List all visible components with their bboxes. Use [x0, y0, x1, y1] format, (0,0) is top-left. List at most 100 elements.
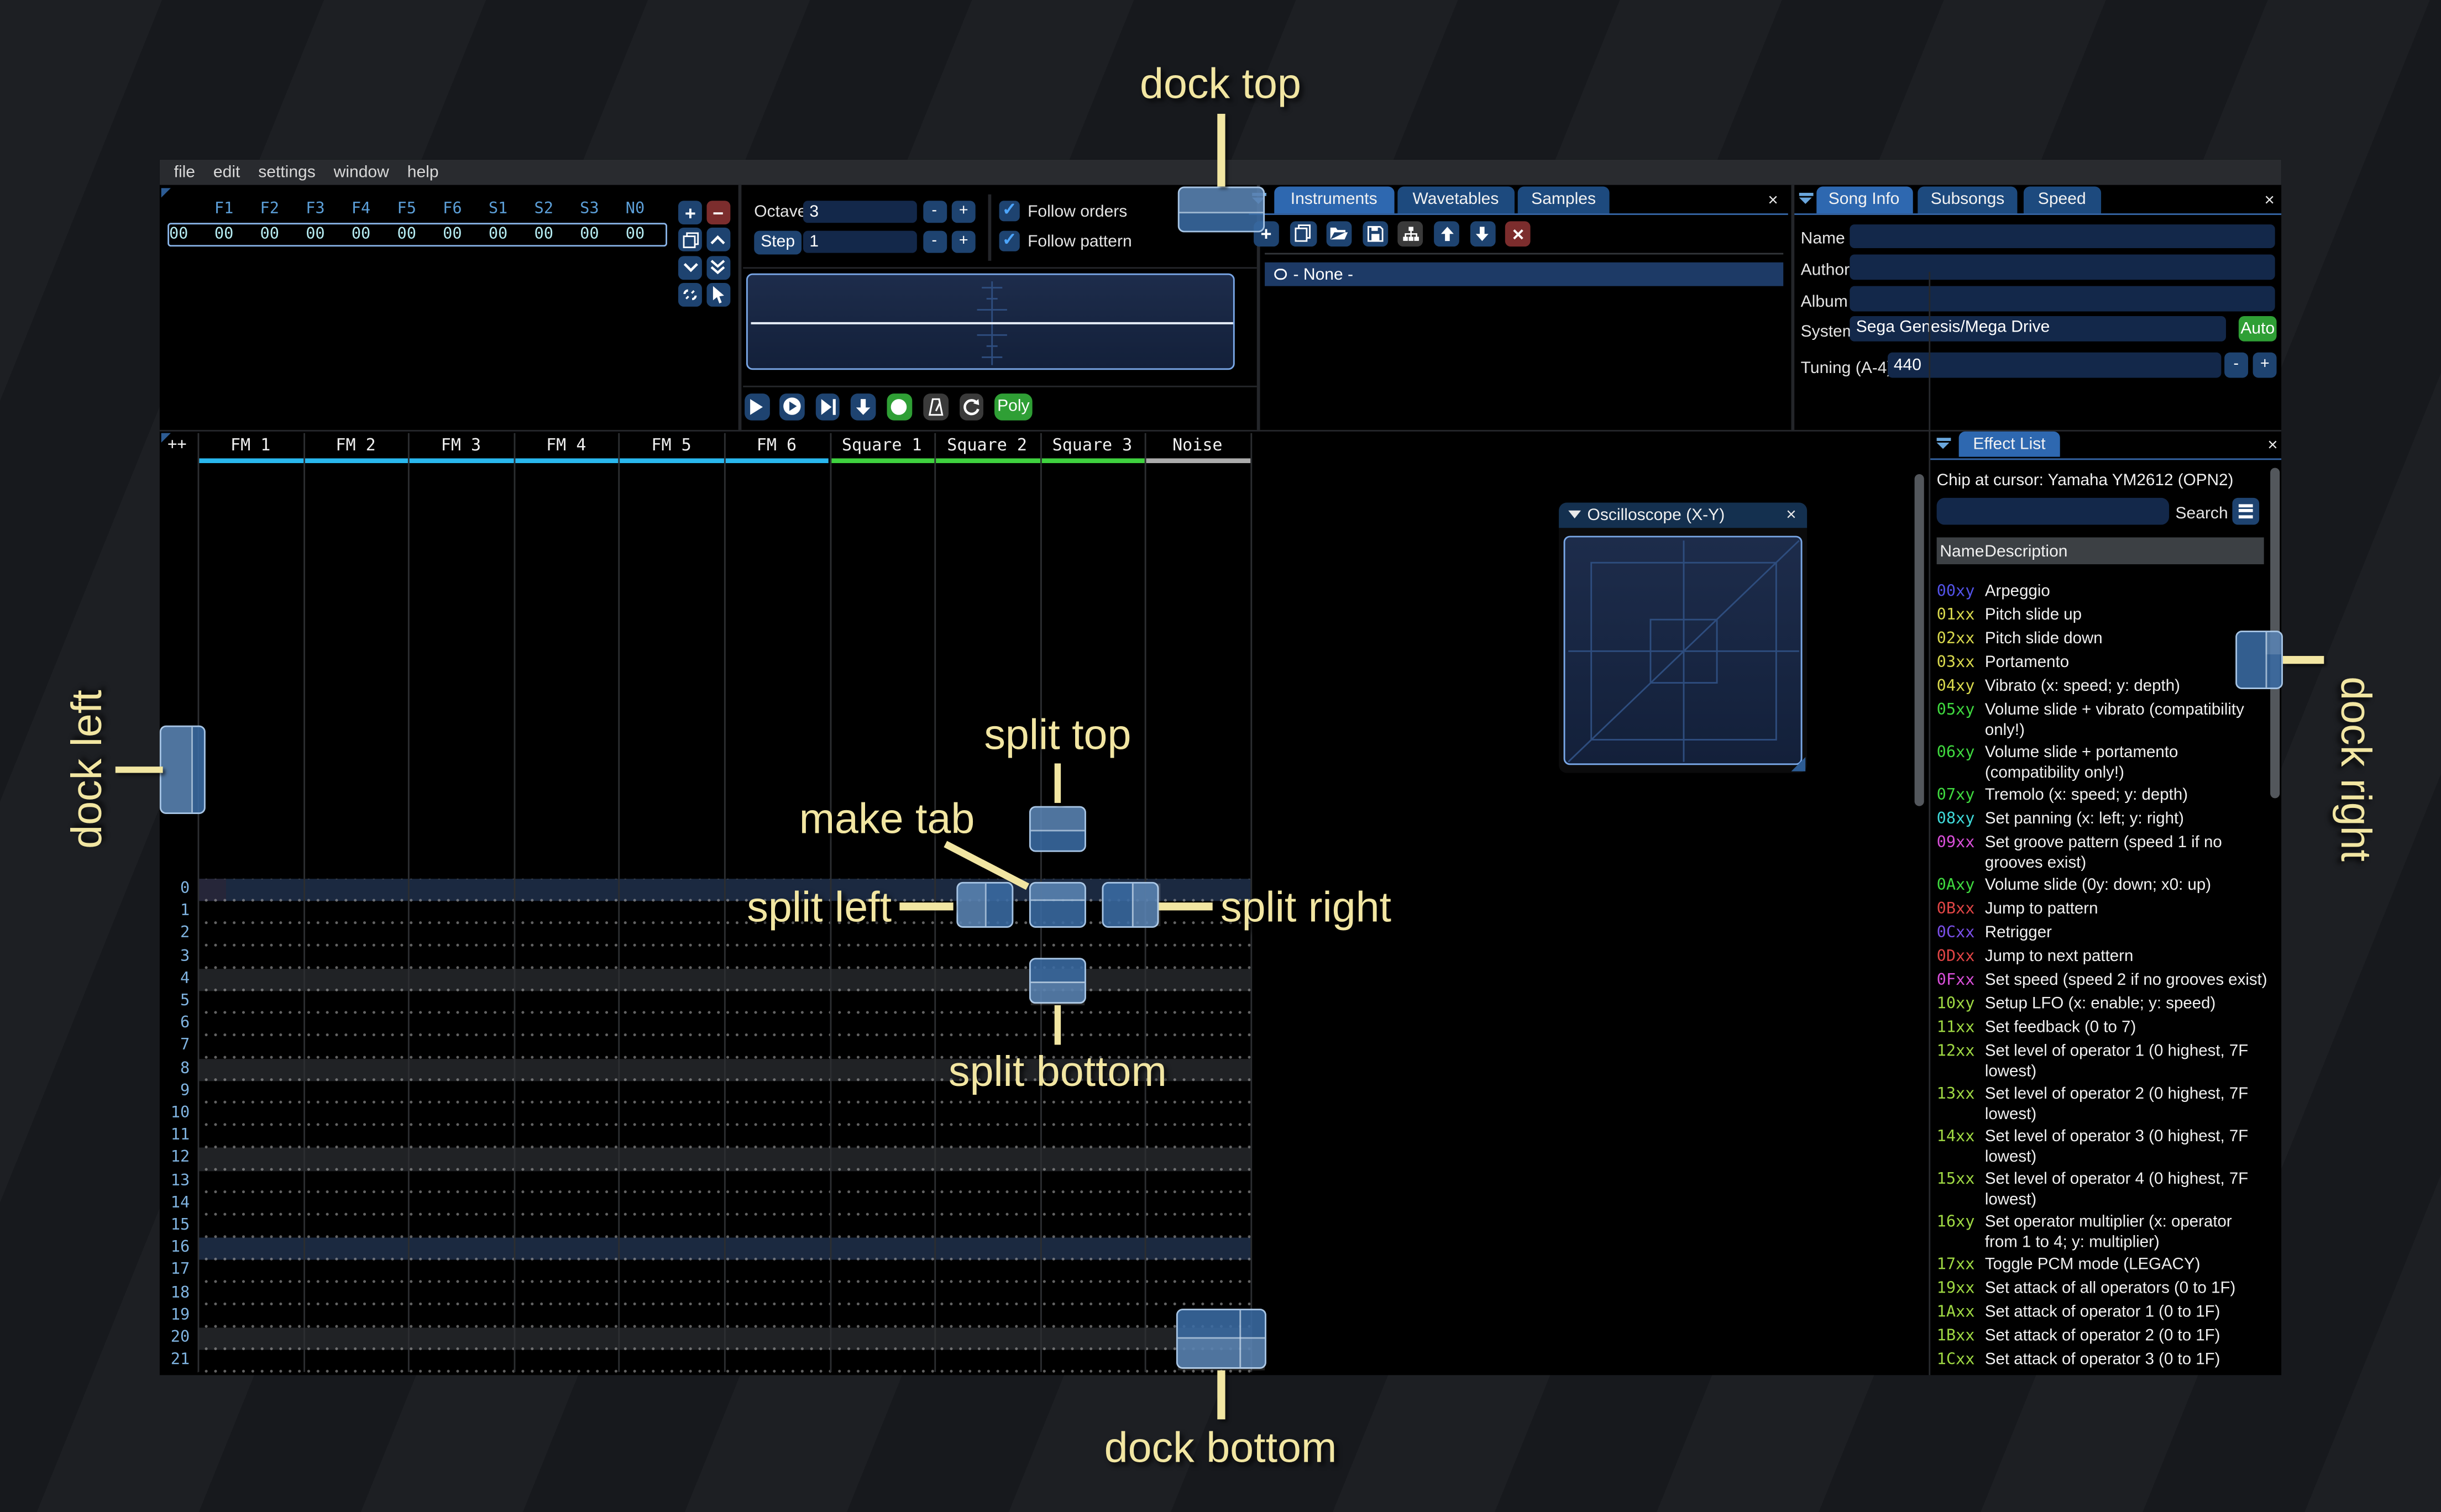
orders-unlink-button[interactable] — [678, 282, 703, 307]
instruments-duplicate-button[interactable] — [1290, 221, 1317, 246]
channel-header-square-1[interactable]: Square 1 — [829, 435, 934, 457]
orders-cell[interactable]: 00 — [429, 225, 475, 243]
orders-cell[interactable]: 00 — [521, 225, 567, 243]
instruments-open-folder-button[interactable] — [1326, 221, 1352, 246]
octave-minus-button[interactable]: - — [922, 200, 946, 223]
channel-header-fm-2[interactable]: FM 2 — [303, 435, 408, 457]
channel-header-square-3[interactable]: Square 3 — [1040, 435, 1145, 457]
orders-add-order-button[interactable]: + — [678, 201, 703, 225]
tuning-minus-button[interactable]: - — [2223, 351, 2249, 378]
dock-left-target[interactable] — [159, 725, 206, 814]
orders-cell[interactable]: 00 — [567, 225, 612, 243]
tab-effect-list[interactable]: Effect List — [1958, 431, 2061, 458]
effect-description: Jump to next pattern — [1984, 948, 2134, 966]
oscilloscope-xy-titlebar[interactable]: Oscilloscope (X-Y) × — [1559, 502, 1806, 528]
pattern-scrollbar[interactable] — [1914, 474, 1924, 806]
split-bottom-target[interactable] — [1029, 958, 1086, 1006]
channel-header-noise[interactable]: Noise — [1145, 435, 1250, 457]
author-field[interactable] — [1850, 255, 2275, 280]
follow-orders-checkbox[interactable]: ✓ — [999, 201, 1020, 222]
name-field[interactable] — [1850, 223, 2275, 249]
instruments-arrow-up-button[interactable] — [1433, 221, 1460, 246]
dock-top-target[interactable] — [1177, 186, 1265, 233]
dock-divider — [1239, 1310, 1242, 1367]
hamburger-menu-button[interactable] — [2233, 497, 2260, 524]
orders-cell[interactable]: 00 — [292, 225, 338, 243]
tab-instruments[interactable]: Instruments — [1274, 186, 1394, 213]
orders-cursor-button[interactable] — [706, 282, 731, 307]
system-field[interactable]: Sega Genesis/Mega Drive — [1850, 317, 2227, 342]
orders-cell[interactable]: 00 — [475, 225, 521, 243]
menu-item-file[interactable]: file — [174, 163, 195, 182]
octave-input[interactable]: 3 — [803, 200, 917, 223]
play-button[interactable] — [745, 392, 769, 421]
channel-header-fm-5[interactable]: FM 5 — [619, 435, 724, 457]
orders-cell[interactable]: 00 — [338, 225, 384, 243]
collapse-triangle-icon[interactable] — [1568, 510, 1581, 519]
record-button[interactable] — [887, 392, 912, 421]
dock-bottom-target[interactable] — [1176, 1309, 1266, 1371]
tuning-plus-button[interactable]: + — [2253, 351, 2277, 378]
orders-chevron-up-button[interactable] — [706, 228, 731, 252]
chip-at-cursor-text: Chip at cursor: Yamaha YM2612 (OPN2) — [1936, 473, 2234, 490]
repeat-button[interactable] — [958, 392, 984, 421]
instruments-save-button[interactable] — [1361, 221, 1388, 246]
song-info-close-button[interactable]: × — [2261, 191, 2278, 209]
window-menu-icon[interactable] — [1936, 438, 1951, 450]
step-plus-button[interactable]: + — [951, 230, 976, 253]
menu-item-edit[interactable]: edit — [213, 163, 240, 182]
menu-item-help[interactable]: help — [407, 163, 439, 182]
oscilloscope-xy-close-button[interactable]: × — [1783, 506, 1800, 524]
octave-plus-button[interactable]: + — [951, 200, 976, 223]
window-menu-icon[interactable] — [1799, 192, 1814, 206]
instruments-close-button[interactable]: × — [1764, 191, 1782, 209]
resize-grip[interactable] — [1790, 757, 1805, 771]
metronome-button[interactable] — [923, 392, 949, 421]
channel-header-square-2[interactable]: Square 2 — [934, 435, 1039, 457]
play-row-button[interactable] — [815, 392, 841, 421]
instrument-name: - None - — [1293, 265, 1354, 284]
tuning-field[interactable]: 440 — [1887, 351, 2222, 378]
step-row-button[interactable] — [851, 392, 876, 421]
system-auto-button[interactable]: Auto — [2238, 317, 2277, 342]
effect-search-input[interactable] — [1937, 497, 2170, 524]
channel-header-fm-4[interactable]: FM 4 — [514, 435, 619, 457]
effect-list-close-button[interactable]: × — [2264, 436, 2281, 454]
make-tab-target[interactable] — [1029, 881, 1086, 928]
orders-cell[interactable]: 00 — [612, 225, 658, 243]
tab-speed[interactable]: Speed — [2023, 186, 2101, 213]
orders-chevron-down-button[interactable] — [678, 255, 703, 280]
instruments-sitemap-button[interactable] — [1397, 221, 1424, 246]
channel-header-fm-3[interactable]: FM 3 — [408, 435, 514, 457]
effect-code: 1Bxx — [1936, 1327, 1975, 1345]
step-button[interactable]: Step — [754, 230, 802, 254]
pattern-expand-button[interactable]: ++ — [167, 436, 186, 453]
tab-song-info[interactable]: Song Info — [1815, 186, 1913, 213]
poly-button[interactable]: Poly — [994, 392, 1033, 421]
orders-cell[interactable]: 00 — [384, 225, 429, 243]
orders-double-chevron-down-button[interactable] — [706, 255, 731, 280]
play-pattern-button[interactable] — [779, 392, 804, 421]
channel-underline — [1145, 459, 1250, 463]
orders-cell[interactable]: 00 — [247, 225, 292, 243]
menu-item-settings[interactable]: settings — [258, 163, 315, 182]
tab-wavetables[interactable]: Wavetables — [1397, 186, 1514, 213]
channel-header-fm-1[interactable]: FM 1 — [198, 435, 303, 457]
instruments-arrow-down-button[interactable] — [1469, 221, 1496, 246]
split-right-target[interactable] — [1102, 881, 1161, 928]
step-input[interactable]: 1 — [803, 230, 917, 253]
instrument-list-item[interactable]: - None - — [1265, 262, 1784, 286]
tab-samples[interactable]: Samples — [1517, 186, 1610, 213]
channel-header-fm-6[interactable]: FM 6 — [724, 435, 829, 457]
step-minus-button[interactable]: - — [922, 230, 946, 253]
album-field[interactable] — [1850, 286, 2275, 312]
dock-right-target[interactable] — [2235, 631, 2282, 690]
instruments-delete-button[interactable]: ✕ — [1505, 221, 1531, 246]
menu-item-window[interactable]: window — [334, 163, 389, 182]
follow-pattern-checkbox[interactable]: ✓ — [999, 230, 1020, 251]
split-top-target[interactable] — [1029, 806, 1086, 852]
orders-remove-order-button[interactable]: − — [706, 201, 731, 225]
orders-cell[interactable]: 00 — [201, 225, 247, 243]
tab-subsongs[interactable]: Subsongs — [1918, 186, 2017, 213]
orders-duplicate-order-button[interactable] — [678, 228, 703, 252]
